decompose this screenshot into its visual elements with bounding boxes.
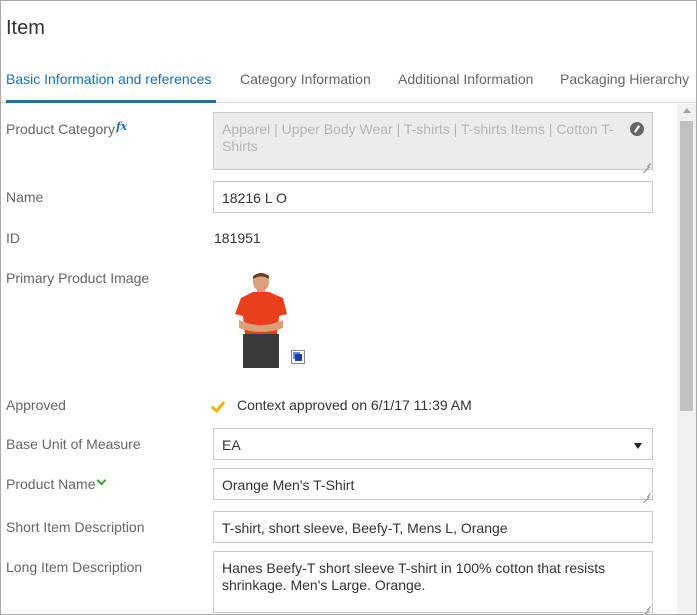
short-desc-input[interactable]: T-shirt, short sleeve, Beefy-T, Mens L, …	[213, 511, 653, 543]
product-category-value: Apparel | Upper Body Wear | T-shirts | T…	[222, 121, 614, 154]
approved-value: Context approved on 6/1/17 11:39 AM	[237, 397, 472, 413]
chevron-down-icon[interactable]	[97, 475, 107, 486]
short-desc-label: Short Item Description	[6, 519, 145, 535]
product-name-input[interactable]: Orange Men's T-Shirt	[213, 468, 653, 500]
tab-basic-information[interactable]: Basic Information and references	[6, 71, 211, 87]
base-unit-value: EA	[222, 437, 241, 453]
long-desc-value: Hanes Beefy-T short sleeve T-shirt in 10…	[222, 560, 606, 593]
tab-category-information[interactable]: Category Information	[240, 71, 371, 87]
item-panel: Item Basic Information and references Ca…	[0, 0, 697, 615]
name-input[interactable]: 18216 L O	[213, 181, 653, 213]
id-value: 181951	[214, 230, 261, 246]
checkmark-icon	[210, 397, 226, 414]
product-category-label: Product Categoryfx	[6, 120, 128, 137]
tab-packaging-hierarchy[interactable]: Packaging Hierarchy	[560, 71, 689, 87]
form-content: Product Categoryfx Apparel | Upper Body …	[1, 104, 677, 614]
tab-additional-information[interactable]: Additional Information	[398, 71, 533, 87]
base-unit-label: Base Unit of Measure	[6, 436, 141, 452]
product-image[interactable]	[229, 270, 293, 368]
id-label: ID	[6, 230, 20, 246]
long-desc-label: Long Item Description	[6, 559, 143, 575]
vertical-scrollbar[interactable]	[677, 104, 696, 614]
edit-icon[interactable]	[630, 122, 644, 136]
resize-handle-icon[interactable]	[642, 159, 650, 167]
base-unit-select[interactable]: EA	[213, 428, 653, 460]
primary-image-label: Primary Product Image	[6, 270, 150, 286]
long-desc-textarea[interactable]: Hanes Beefy-T short sleeve T-shirt in 10…	[213, 551, 653, 613]
resize-handle-icon[interactable]	[642, 489, 650, 497]
resize-handle-icon[interactable]	[642, 602, 650, 610]
approved-label: Approved	[6, 397, 66, 413]
product-name-value: Orange Men's T-Shirt	[222, 477, 355, 493]
page-title: Item	[6, 17, 45, 39]
product-name-label: Product Name	[6, 475, 107, 492]
dropdown-arrow-icon[interactable]	[634, 443, 642, 449]
name-label: Name	[6, 189, 44, 205]
image-link-icon[interactable]	[291, 350, 305, 364]
active-tab-indicator	[6, 100, 216, 103]
formula-icon: fx	[115, 120, 128, 133]
tab-bar: Basic Information and references Categor…	[1, 63, 696, 103]
product-category-field[interactable]: Apparel | Upper Body Wear | T-shirts | T…	[213, 112, 653, 170]
scroll-up-arrow-icon[interactable]	[683, 108, 691, 113]
scroll-thumb[interactable]	[680, 121, 693, 411]
